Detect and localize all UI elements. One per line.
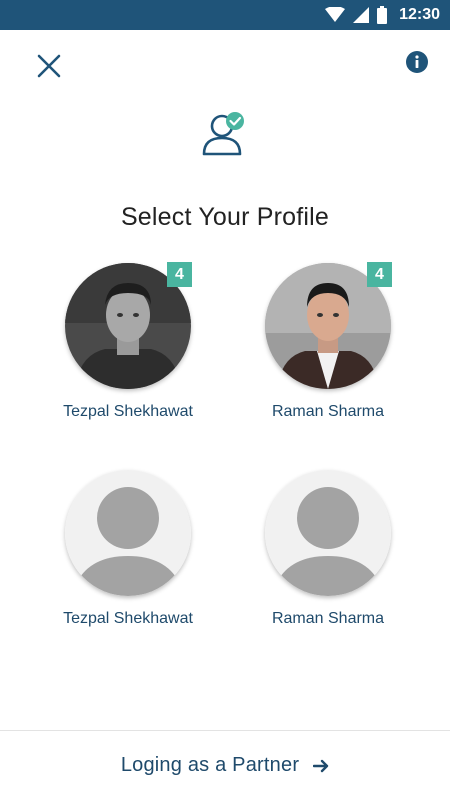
wifi-icon — [325, 7, 346, 22]
profile-card[interactable]: 4 Raman Sharma — [238, 262, 418, 421]
status-time: 12:30 — [399, 6, 440, 23]
user-check-icon — [202, 112, 244, 156]
login-partner-button[interactable]: Loging as a Partner — [0, 731, 450, 800]
avatar-placeholder-icon — [65, 470, 191, 596]
page-title: Select Your Profile — [120, 203, 330, 231]
profile-card[interactable]: 4 Tezpal Shekhawat — [38, 262, 218, 421]
profile-name: Tezpal Shekhawat — [63, 610, 193, 627]
header-profile-icon-wrap — [200, 110, 252, 158]
status-bar: 12:30 — [0, 0, 450, 30]
arrow-right-icon — [313, 759, 329, 772]
notification-badge: 4 — [167, 262, 192, 287]
avatar-wrap: 4 — [265, 262, 392, 389]
profile-name: Tezpal Shekhawat — [63, 403, 193, 420]
avatar-wrap — [265, 470, 391, 596]
profile-card[interactable]: Raman Sharma — [238, 470, 418, 628]
partner-label: Loging as a Partner — [120, 754, 300, 776]
info-icon — [406, 51, 428, 73]
avatar-wrap: 4 — [65, 262, 192, 389]
signal-icon — [353, 7, 370, 23]
battery-icon — [377, 6, 388, 24]
avatar-placeholder-icon — [265, 470, 391, 596]
avatar-wrap — [65, 470, 191, 596]
close-icon — [37, 54, 61, 78]
status-icons: 12:30 — [325, 0, 440, 30]
profile-name: Raman Sharma — [271, 610, 385, 627]
profile-card[interactable]: Tezpal Shekhawat — [38, 470, 218, 628]
profile-name: Raman Sharma — [271, 403, 385, 420]
close-button[interactable] — [34, 51, 64, 81]
notification-badge: 4 — [367, 262, 392, 287]
info-button[interactable] — [406, 51, 428, 73]
